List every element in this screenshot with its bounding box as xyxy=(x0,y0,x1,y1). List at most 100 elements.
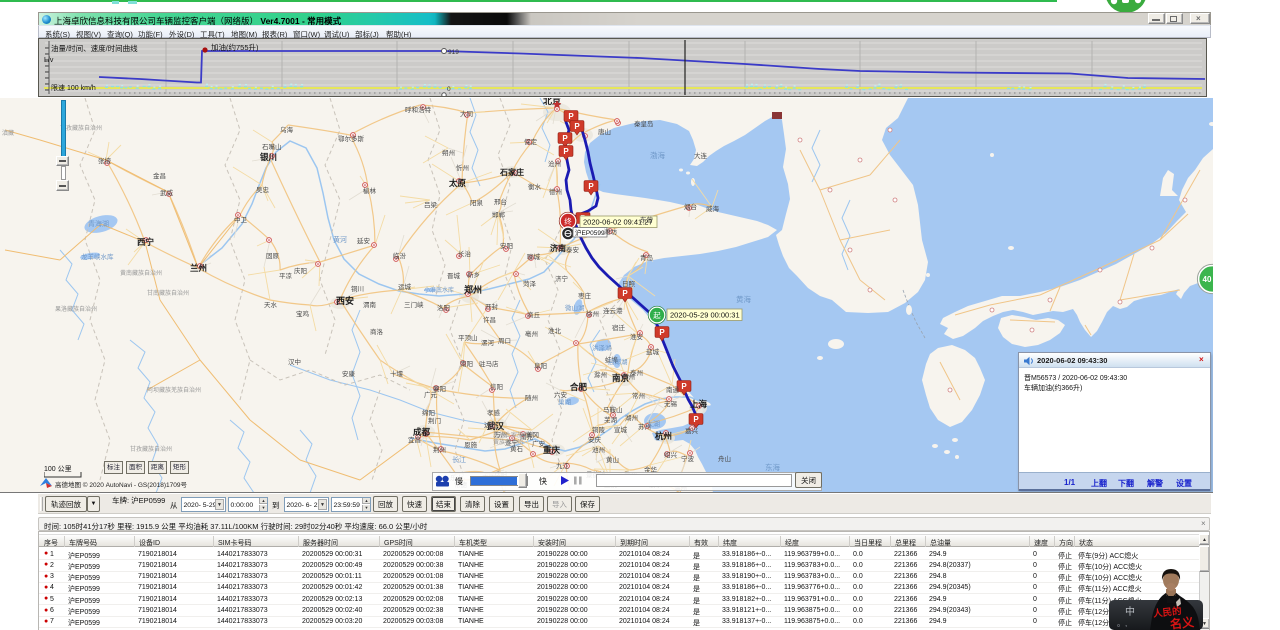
svg-text:信阳: 信阳 xyxy=(490,382,503,391)
svg-text:盐城: 盐城 xyxy=(646,347,660,356)
svg-text:德州: 德州 xyxy=(549,187,562,196)
svg-text:绍兴: 绍兴 xyxy=(664,450,678,459)
svg-text:P: P xyxy=(563,147,569,156)
svg-text:淮北: 淮北 xyxy=(548,326,562,335)
svg-text:恩施: 恩施 xyxy=(464,440,478,449)
svg-text:甘孜藏族自治州: 甘孜藏族自治州 xyxy=(130,445,172,453)
svg-text:烟台: 烟台 xyxy=(684,202,697,211)
svg-text:兰州: 兰州 xyxy=(190,263,207,273)
svg-text:榆林: 榆林 xyxy=(363,186,377,195)
svg-text:巢湖: 巢湖 xyxy=(558,397,572,406)
svg-text:十堰: 十堰 xyxy=(390,369,404,378)
svg-text:孝感: 孝感 xyxy=(487,408,501,417)
svg-text:长治: 长治 xyxy=(458,249,472,258)
svg-text:泰安: 泰安 xyxy=(566,245,580,254)
svg-text:商洛: 商洛 xyxy=(370,327,384,336)
svg-text:上海: 上海 xyxy=(690,399,708,409)
svg-text:绵阳: 绵阳 xyxy=(422,408,435,417)
svg-text:高邮湖: 高邮湖 xyxy=(608,357,628,366)
svg-text:青海湖: 青海湖 xyxy=(88,219,109,228)
svg-text:保定: 保定 xyxy=(524,137,538,146)
svg-text:东海: 东海 xyxy=(765,462,780,472)
svg-text:宣城: 宣城 xyxy=(614,425,628,434)
svg-text:吕梁: 吕梁 xyxy=(424,200,438,209)
svg-text:鄂尔多斯: 鄂尔多斯 xyxy=(338,134,365,143)
svg-text:渤海: 渤海 xyxy=(650,150,665,160)
svg-text:武威: 武威 xyxy=(160,188,174,197)
svg-text:安阳: 安阳 xyxy=(500,241,513,250)
svg-text:重庆: 重庆 xyxy=(543,445,561,455)
svg-text:驻马店: 驻马店 xyxy=(479,359,499,368)
svg-text:合肥: 合肥 xyxy=(569,382,588,392)
svg-text:沪EP0599: 沪EP0599 xyxy=(575,228,605,237)
svg-text:宁波: 宁波 xyxy=(681,454,695,463)
svg-text:芜湖: 芜湖 xyxy=(604,415,618,424)
svg-text:南阳: 南阳 xyxy=(460,359,473,368)
svg-text:天水: 天水 xyxy=(264,300,278,309)
svg-text:P: P xyxy=(588,182,594,191)
svg-text:枣庄: 枣庄 xyxy=(578,291,592,300)
svg-text:池州: 池州 xyxy=(592,445,605,454)
svg-text:P: P xyxy=(574,122,580,131)
svg-text:黄山: 黄山 xyxy=(606,455,619,464)
svg-text:广元: 广元 xyxy=(424,390,438,399)
svg-text:固原: 固原 xyxy=(266,252,280,260)
svg-text:运城: 运城 xyxy=(398,283,412,291)
svg-text:洪泽湖: 洪泽湖 xyxy=(592,343,612,352)
svg-text:威海: 威海 xyxy=(706,204,720,213)
svg-text:平顶山: 平顶山 xyxy=(458,333,478,342)
svg-text:P: P xyxy=(562,134,568,143)
svg-text:黄海: 黄海 xyxy=(736,294,751,304)
svg-text:P: P xyxy=(622,289,628,298)
svg-text:徐州: 徐州 xyxy=(586,309,599,318)
svg-text:扬州: 扬州 xyxy=(622,372,635,381)
svg-text:黄河: 黄河 xyxy=(333,235,347,244)
svg-text:起: 起 xyxy=(653,311,661,320)
svg-text:微山湖: 微山湖 xyxy=(565,303,585,312)
svg-text:三门峡: 三门峡 xyxy=(404,300,424,309)
svg-text:漯河: 漯河 xyxy=(481,338,495,347)
svg-text:大连: 大连 xyxy=(694,151,708,160)
svg-text:。,: 。, xyxy=(1117,619,1127,628)
svg-text:衡水: 衡水 xyxy=(528,182,542,191)
svg-text:临汾: 临汾 xyxy=(393,251,407,260)
svg-text:阳泉: 阳泉 xyxy=(470,198,484,207)
svg-text:太原: 太原 xyxy=(448,178,467,188)
svg-text:银川: 银川 xyxy=(259,152,277,162)
svg-text:开封: 开封 xyxy=(485,302,499,311)
svg-text:P: P xyxy=(568,112,574,121)
svg-text:荆门: 荆门 xyxy=(428,416,441,425)
svg-text:达州: 达州 xyxy=(484,420,497,429)
svg-text:日照: 日照 xyxy=(622,280,636,288)
svg-text:铜川: 铜川 xyxy=(351,284,364,293)
svg-text:秦皇岛: 秦皇岛 xyxy=(634,119,654,128)
svg-text:黄南藏族自治州: 黄南藏族自治州 xyxy=(120,269,162,277)
svg-text:荆州: 荆州 xyxy=(433,445,446,454)
svg-text:阿坝藏族羌族自治州: 阿坝藏族羌族自治州 xyxy=(147,386,201,394)
svg-text:P: P xyxy=(659,328,665,337)
svg-text:淮安: 淮安 xyxy=(630,332,644,341)
svg-text:吴忠: 吴忠 xyxy=(256,186,270,194)
svg-text:忻州: 忻州 xyxy=(456,163,469,172)
svg-text:2020-05-29 00:00:31: 2020-05-29 00:00:31 xyxy=(670,311,740,320)
svg-text:滇藏: 滇藏 xyxy=(2,129,14,137)
svg-text:张掖: 张掖 xyxy=(98,156,112,165)
svg-text:成都: 成都 xyxy=(413,427,431,437)
svg-text:潍坊: 潍坊 xyxy=(604,227,618,236)
svg-text:太湖: 太湖 xyxy=(646,419,660,428)
svg-text:石家庄: 石家庄 xyxy=(499,167,524,177)
svg-text:呼和浩特: 呼和浩特 xyxy=(405,105,432,114)
svg-text:西宁: 西宁 xyxy=(137,237,155,247)
svg-text:无锡: 无锡 xyxy=(664,399,678,408)
svg-text:湖州: 湖州 xyxy=(625,413,638,422)
svg-text:终: 终 xyxy=(564,216,572,226)
svg-text:周口: 周口 xyxy=(498,337,511,345)
svg-text:晋城: 晋城 xyxy=(447,272,461,280)
svg-text:济南: 济南 xyxy=(550,243,566,253)
svg-text:马鞍山: 马鞍山 xyxy=(603,405,623,414)
svg-text:铜陵: 铜陵 xyxy=(592,425,606,434)
svg-text:长江: 长江 xyxy=(452,455,466,464)
svg-text:甘南藏族自治州: 甘南藏族自治州 xyxy=(147,289,189,297)
svg-text:乌海: 乌海 xyxy=(280,125,294,134)
svg-text:许昌: 许昌 xyxy=(483,315,496,324)
